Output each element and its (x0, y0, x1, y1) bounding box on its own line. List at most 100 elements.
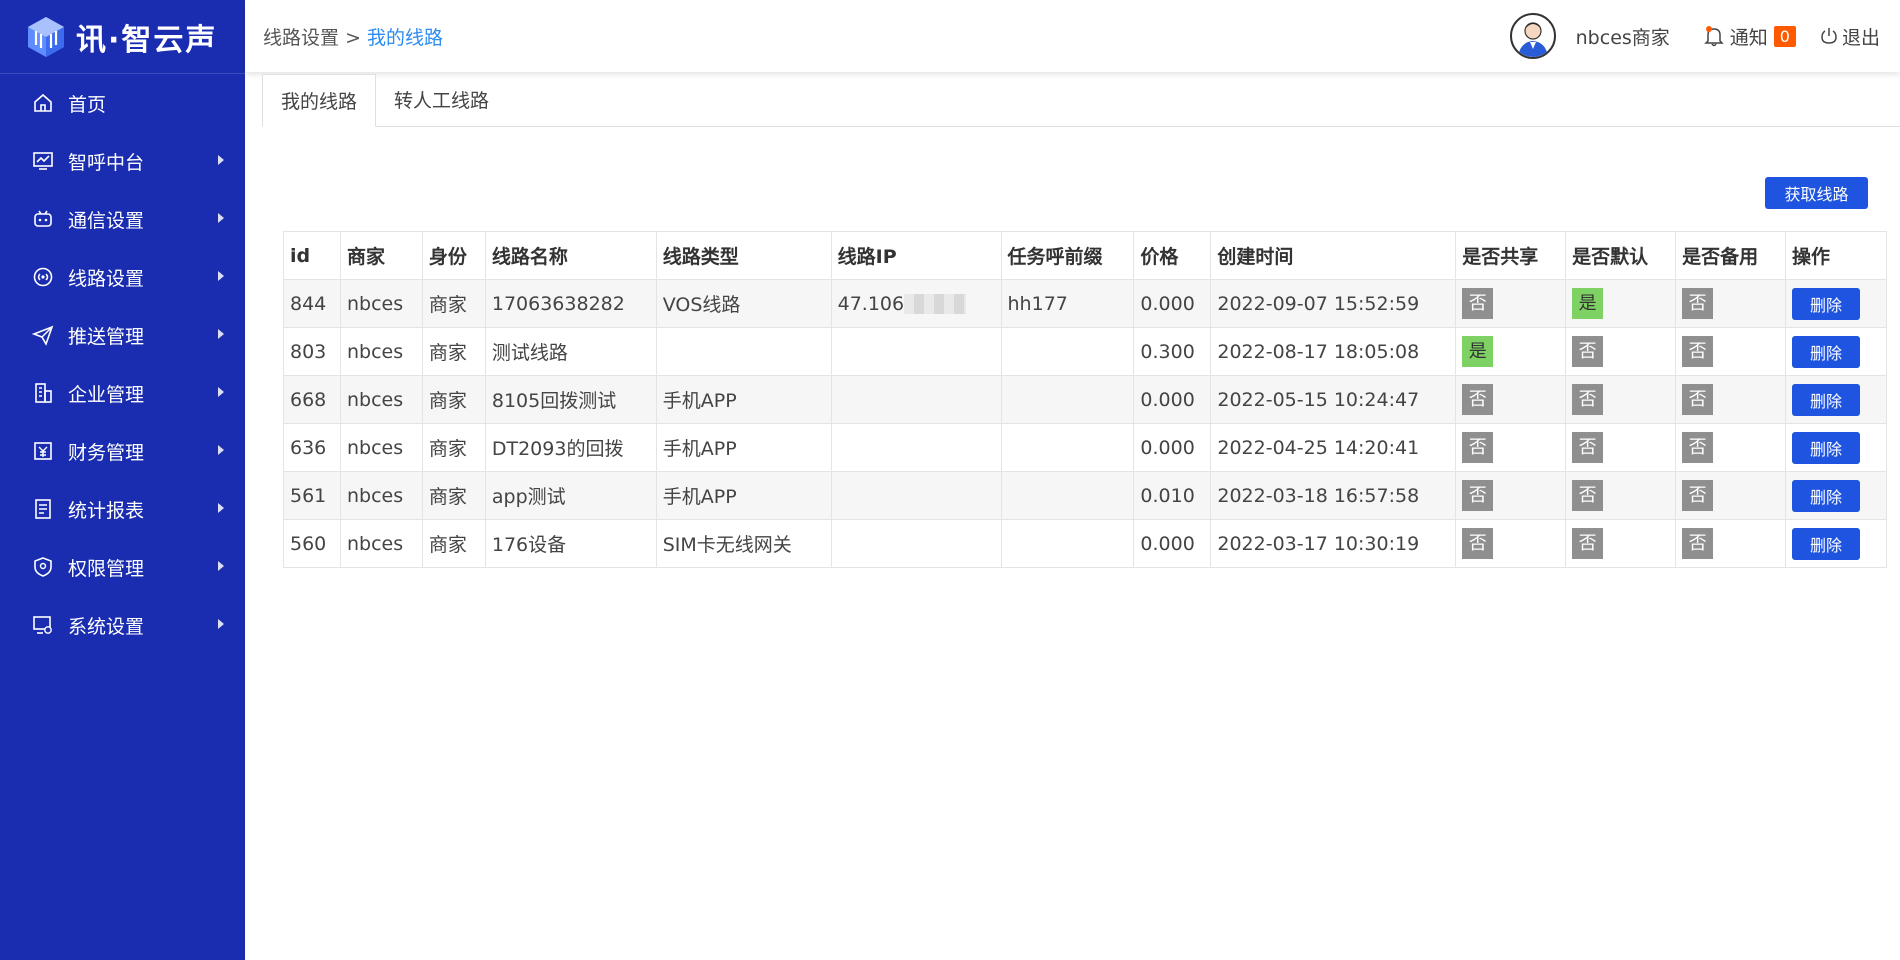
sidebar-item-label: 推送管理 (68, 325, 145, 348)
delete-button[interactable]: 删除 (1791, 431, 1860, 464)
sidebar-footer (0, 955, 245, 960)
col-header-line-ip: 线路IP (830, 231, 1002, 280)
lines-table-wrapper: id 商家 身份 线路名称 线路类型 线路IP 任务呼前缀 价格 创建时间 是否… (283, 231, 1888, 568)
col-header-backup: 是否备用 (1675, 231, 1786, 280)
no-flag[interactable]: 否 (1682, 432, 1714, 463)
notification-button[interactable]: 通知 0 (1703, 23, 1796, 50)
ip-redaction-mask (904, 294, 967, 314)
cell-created: 2022-08-17 18:05:08 (1210, 327, 1457, 376)
no-flag[interactable]: 否 (1572, 384, 1604, 415)
no-flag[interactable]: 否 (1682, 288, 1714, 319)
cell-backup: 否 (1675, 375, 1786, 424)
cell-line-name: DT2093的回拨 (484, 423, 657, 472)
yes-flag[interactable]: 是 (1572, 288, 1604, 319)
sidebar-item-line-settings[interactable]: 线路设置 (0, 248, 245, 306)
table-row: 668 nbces 商家 8105回拨测试 手机APP 0.000 2022-05-15 1… (283, 375, 1888, 424)
no-flag[interactable]: 否 (1682, 384, 1714, 415)
no-flag[interactable]: 否 (1572, 480, 1604, 511)
caret-right-icon (218, 329, 224, 339)
cell-line-ip (830, 471, 1002, 520)
cell-shared: 否 (1455, 375, 1567, 424)
cell-default: 否 (1565, 519, 1677, 568)
header-right: nbces商家 通知 0 退出 (1509, 0, 1880, 72)
caret-right-icon (218, 619, 224, 629)
home-icon (32, 92, 54, 114)
table-row: 636 nbces 商家 DT2093的回拨 手机APP 0.000 2022-04-25 … (283, 423, 1888, 472)
delete-button[interactable]: 删除 (1791, 335, 1860, 368)
no-flag[interactable]: 否 (1462, 480, 1494, 511)
sidebar: 讯·智云声 首页 智呼中台 通信设置 线路设置 推送管理 企业管理 财务管理 统… (0, 0, 245, 960)
no-flag[interactable]: 否 (1682, 480, 1714, 511)
caret-right-icon (218, 445, 224, 455)
no-flag[interactable]: 否 (1462, 528, 1494, 559)
cell-actions: 删除 (1784, 279, 1888, 328)
signal-icon (32, 266, 54, 288)
cell-line-name: 17063638282 (484, 279, 657, 328)
sidebar-item-label: 财务管理 (68, 441, 145, 464)
delete-button[interactable]: 删除 (1791, 287, 1860, 320)
cell-line-type: VOS线路 (655, 279, 832, 328)
cell-id: 668 (283, 375, 341, 424)
sidebar-item-push[interactable]: 推送管理 (0, 306, 245, 364)
cell-created: 2022-05-15 10:24:47 (1210, 375, 1457, 424)
no-flag[interactable]: 否 (1462, 432, 1494, 463)
avatar[interactable] (1509, 13, 1556, 59)
cell-line-name: app测试 (484, 471, 657, 520)
logo-cube-icon (28, 16, 64, 57)
cell-created: 2022-04-25 14:20:41 (1210, 423, 1457, 472)
cell-merchant: nbces (339, 423, 423, 472)
no-flag[interactable]: 否 (1682, 336, 1714, 367)
no-flag[interactable]: 否 (1572, 528, 1604, 559)
cell-merchant: nbces (339, 327, 423, 376)
cell-merchant: nbces (339, 519, 423, 568)
caret-right-icon (218, 387, 224, 397)
cell-id: 803 (283, 327, 341, 376)
sidebar-item-finance[interactable]: 财务管理 (0, 422, 245, 480)
no-flag[interactable]: 否 (1462, 288, 1494, 319)
cell-backup: 否 (1675, 279, 1786, 328)
sidebar-item-system-settings[interactable]: 系统设置 (0, 596, 245, 654)
no-flag[interactable]: 否 (1572, 336, 1604, 367)
cell-id: 560 (283, 519, 341, 568)
delete-button[interactable]: 删除 (1791, 479, 1860, 512)
sidebar-item-call-center[interactable]: 智呼中台 (0, 132, 245, 190)
table-header-row: id 商家 身份 线路名称 线路类型 线路IP 任务呼前缀 价格 创建时间 是否… (283, 231, 1888, 280)
logo[interactable]: 讯·智云声 (0, 0, 245, 74)
get-lines-button[interactable]: 获取线路 (1765, 177, 1868, 209)
delete-button[interactable]: 删除 (1791, 383, 1860, 416)
no-flag[interactable]: 否 (1572, 432, 1604, 463)
shield-icon (32, 556, 54, 578)
col-header-id: id (283, 231, 341, 280)
yes-flag[interactable]: 是 (1462, 336, 1494, 367)
caret-right-icon (218, 561, 224, 571)
delete-button[interactable]: 删除 (1791, 527, 1860, 560)
cell-price: 0.000 (1133, 375, 1212, 424)
cell-price: 0.300 (1133, 327, 1212, 376)
finance-icon (32, 440, 54, 462)
logout-label: 退出 (1841, 26, 1880, 49)
cell-prefix (1000, 471, 1135, 520)
cell-actions: 删除 (1784, 471, 1888, 520)
table-row: 844 nbces 商家 17063638282 VOS线路 47.106 hh177 0.0… (283, 279, 1888, 328)
col-header-line-name: 线路名称 (484, 231, 657, 280)
no-flag[interactable]: 否 (1462, 384, 1494, 415)
lines-table: id 商家 身份 线路名称 线路类型 线路IP 任务呼前缀 价格 创建时间 是否… (283, 231, 1888, 568)
cell-prefix (1000, 519, 1135, 568)
logout-button[interactable]: 退出 (1820, 23, 1880, 50)
sidebar-item-communication[interactable]: 通信设置 (0, 190, 245, 248)
breadcrumb-parent[interactable]: 线路设置 (263, 27, 339, 49)
cell-line-ip (830, 519, 1002, 568)
username: nbces商家 (1575, 26, 1670, 49)
no-flag[interactable]: 否 (1682, 528, 1714, 559)
settings-screen-icon (32, 614, 54, 636)
cell-line-type: 手机APP (655, 375, 832, 424)
sidebar-item-home[interactable]: 首页 (0, 74, 245, 132)
power-icon (1821, 28, 1837, 44)
cell-shared: 是 (1455, 327, 1567, 376)
tab-my-lines[interactable]: 我的线路 (262, 74, 377, 127)
caret-right-icon (218, 213, 224, 223)
sidebar-item-permissions[interactable]: 权限管理 (0, 538, 245, 596)
tab-transfer-lines[interactable]: 转人工线路 (376, 74, 507, 125)
sidebar-item-enterprise[interactable]: 企业管理 (0, 364, 245, 422)
sidebar-item-reports[interactable]: 统计报表 (0, 480, 245, 538)
